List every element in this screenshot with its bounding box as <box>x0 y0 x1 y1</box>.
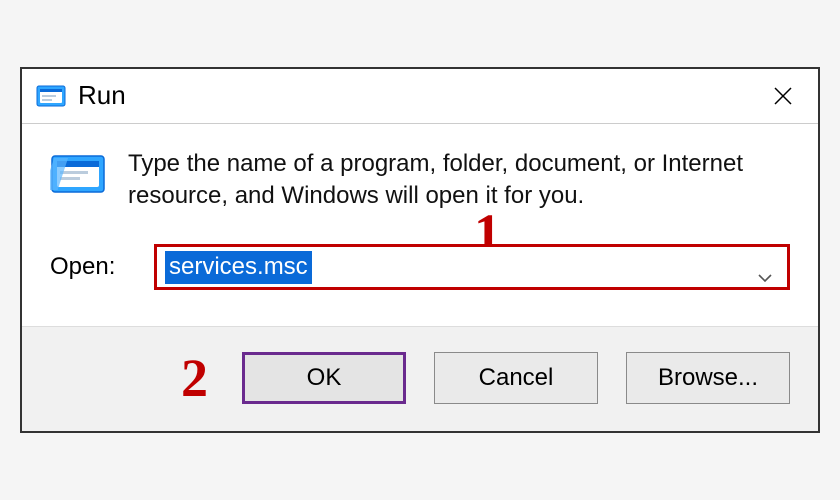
open-label: Open: <box>50 253 120 281</box>
chevron-down-icon <box>757 262 773 272</box>
open-combobox[interactable]: services.msc <box>154 244 790 290</box>
cancel-button[interactable]: Cancel <box>434 352 598 404</box>
description-text: Type the name of a program, folder, docu… <box>128 148 790 213</box>
open-input-value: services.msc <box>165 251 312 284</box>
run-dialog: Run Type the name of a program, folder <box>20 67 820 434</box>
close-button[interactable] <box>762 75 804 117</box>
run-icon <box>50 152 106 196</box>
input-row: Open: 1 services.msc <box>50 244 790 290</box>
close-icon <box>772 85 794 107</box>
combo-wrap: 1 services.msc <box>154 244 790 290</box>
dialog-body: Type the name of a program, folder, docu… <box>22 124 818 327</box>
browse-button[interactable]: Browse... <box>626 352 790 404</box>
run-icon <box>36 84 66 108</box>
dialog-footer: 2 OK Cancel Browse... <box>22 326 818 431</box>
annotation-2: 2 <box>181 347 208 409</box>
titlebar: Run <box>22 69 818 123</box>
description-row: Type the name of a program, folder, docu… <box>50 148 790 213</box>
dialog-title: Run <box>78 80 762 111</box>
ok-button[interactable]: OK <box>242 352 406 404</box>
